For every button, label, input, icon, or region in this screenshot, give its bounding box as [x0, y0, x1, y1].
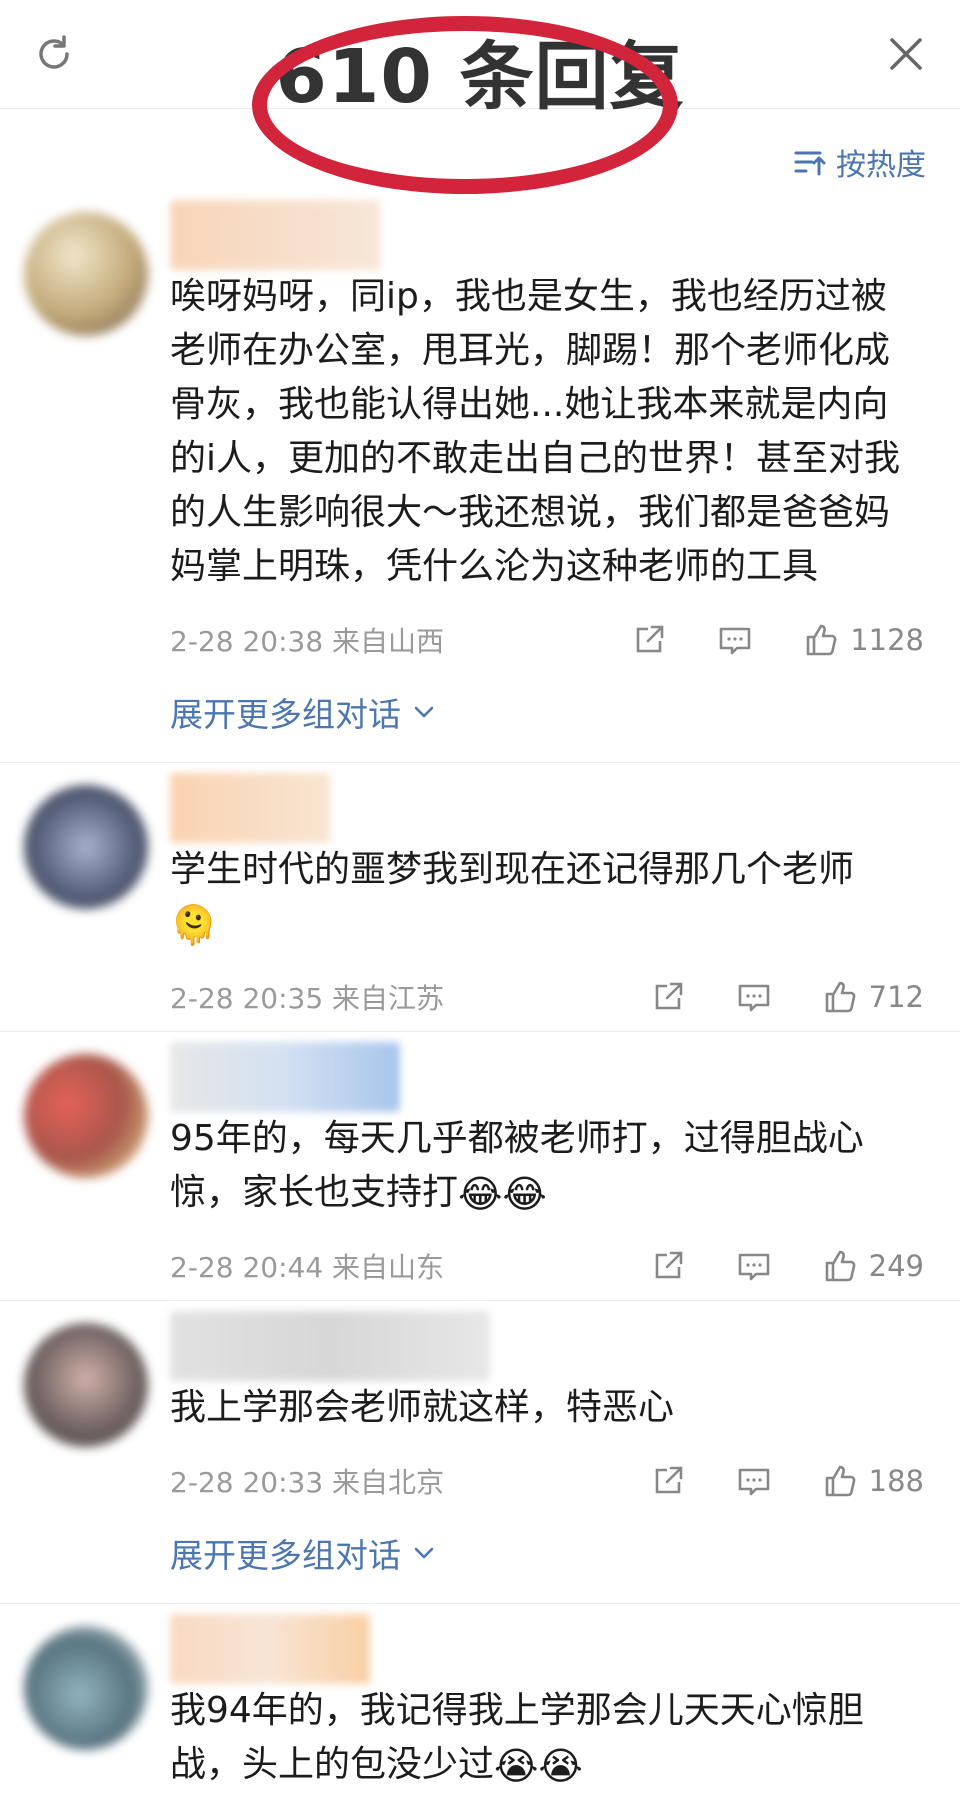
comment-location: 来自山西 [332, 625, 445, 658]
comment-time: 2-28 20:44 [170, 1251, 324, 1284]
reply-button[interactable] [735, 1462, 773, 1500]
red-circle-annotation [252, 16, 678, 194]
comment-item: 我94年的，我记得我上学那会儿天天心惊胆战，头上的包没少过😭😭 [0, 1614, 960, 1798]
comment-location: 来自山东 [332, 1251, 445, 1284]
username[interactable] [170, 773, 330, 843]
melting-face-emoji: 🫠 [170, 903, 218, 947]
comment-actions: 1128 [582, 621, 924, 659]
thumbs-up-icon [825, 1250, 856, 1282]
thumbs-up-icon [806, 624, 837, 656]
crying-emoji: 😭😭 [494, 1744, 583, 1788]
username[interactable] [170, 1614, 370, 1684]
avatar[interactable] [24, 1054, 148, 1178]
expand-label: 展开更多组对话 [170, 1536, 401, 1575]
reply-button[interactable] [716, 621, 754, 659]
comment-meta: 2-28 20:38 来自山西 1128 [170, 612, 924, 668]
share-icon [636, 625, 664, 653]
laughing-crying-emoji: 😂😂 [458, 1172, 547, 1216]
sort-button[interactable]: 按热度 [792, 140, 926, 184]
comment-time: 2-28 20:35 [170, 982, 324, 1015]
close-icon[interactable] [884, 32, 928, 76]
comment-time: 2-28 20:33 [170, 1466, 324, 1499]
comment-meta: 2-28 20:44 来自山东 249 [170, 1238, 924, 1294]
like-count: 1128 [850, 623, 924, 657]
avatar[interactable] [24, 1323, 148, 1447]
avatar[interactable] [24, 785, 148, 909]
like-count: 188 [868, 1464, 924, 1498]
like-button[interactable]: 249 [821, 1247, 924, 1285]
share-icon [655, 1466, 682, 1494]
username[interactable] [170, 1042, 400, 1112]
like-button[interactable]: 1128 [802, 621, 924, 659]
comment-list: 唉呀妈呀，同ip，我也是女生，我也经历过被老师在办公室，甩耳光，脚踢！那个老师化… [0, 190, 960, 1798]
comment-text: 我上学那会老师就这样，特恶心 [170, 1387, 675, 1428]
comment-text: 我94年的，我记得我上学那会儿天天心惊胆战，头上的包没少过😭😭 [170, 1684, 920, 1792]
thumbs-up-icon [825, 1465, 856, 1497]
chevron-down-icon [414, 706, 434, 718]
sort-icon [794, 151, 826, 176]
comment-item: 学生时代的噩梦我到现在还记得那几个老师 🫠 2-28 20:35 来自江苏 71… [0, 773, 960, 1032]
share-button[interactable] [649, 1462, 687, 1500]
comment-text: 唉呀妈呀，同ip，我也是女生，我也经历过被老师在办公室，甩耳光，脚踢！那个老师化… [170, 276, 901, 587]
comment-time-location: 2-28 20:33 来自北京 [170, 1461, 601, 1501]
expand-conversation-link[interactable]: 展开更多组对话 [170, 688, 960, 736]
comment-time-location: 2-28 20:44 来自山东 [170, 1246, 601, 1286]
comment-time: 2-28 20:38 [170, 625, 324, 658]
expand-label: 展开更多组对话 [170, 695, 401, 734]
sort-label: 按热度 [836, 148, 926, 183]
share-icon [655, 982, 682, 1010]
comment-icon [738, 984, 769, 1012]
header: 610 条回复 [0, 0, 960, 194]
expand-conversation-link[interactable]: 展开更多组对话 [170, 1529, 960, 1577]
comment-actions: 188 [601, 1462, 924, 1500]
like-button[interactable]: 712 [821, 978, 924, 1016]
comment-item: 95年的，每天几乎都被老师打，过得胆战心惊，家长也支持打😂😂 2-28 20:4… [0, 1042, 960, 1301]
share-button[interactable] [630, 621, 668, 659]
comment-icon [738, 1253, 769, 1281]
like-count: 249 [868, 1249, 924, 1283]
comment-location: 来自江苏 [332, 982, 445, 1015]
username[interactable] [170, 200, 380, 270]
chevron-down-icon [414, 1547, 434, 1559]
avatar[interactable] [24, 212, 148, 336]
share-button[interactable] [649, 1247, 687, 1285]
reply-button[interactable] [735, 978, 773, 1016]
comment-item: 我上学那会老师就这样，特恶心 2-28 20:33 来自北京 188 展开更多组… [0, 1311, 960, 1604]
comment-meta: 2-28 20:35 来自江苏 712 [170, 969, 924, 1025]
comment-actions: 249 [601, 1247, 924, 1285]
thumbs-up-icon [825, 981, 856, 1013]
comment-text: 95年的，每天几乎都被老师打，过得胆战心惊，家长也支持打😂😂 [170, 1112, 920, 1220]
comment-actions: 712 [601, 978, 924, 1016]
comment-text-body: 学生时代的噩梦我到现在还记得那几个老师 [170, 849, 855, 890]
share-icon [655, 1251, 682, 1279]
username[interactable] [170, 1311, 490, 1381]
like-button[interactable]: 188 [821, 1462, 924, 1500]
avatar[interactable] [24, 1626, 148, 1750]
comment-time-location: 2-28 20:38 来自山西 [170, 620, 582, 660]
comment-location: 来自北京 [332, 1466, 445, 1499]
reply-button[interactable] [735, 1247, 773, 1285]
like-count: 712 [868, 980, 924, 1014]
comment-item: 唉呀妈呀，同ip，我也是女生，我也经历过被老师在办公室，甩耳光，脚踢！那个老师化… [0, 200, 960, 763]
share-button[interactable] [649, 978, 687, 1016]
comment-icon [738, 1468, 769, 1496]
comment-meta: 2-28 20:33 来自北京 188 [170, 1453, 924, 1509]
comment-icon [719, 627, 751, 655]
comment-text: 学生时代的噩梦我到现在还记得那几个老师 🫠 [170, 843, 920, 951]
comment-time-location: 2-28 20:35 来自江苏 [170, 977, 601, 1017]
